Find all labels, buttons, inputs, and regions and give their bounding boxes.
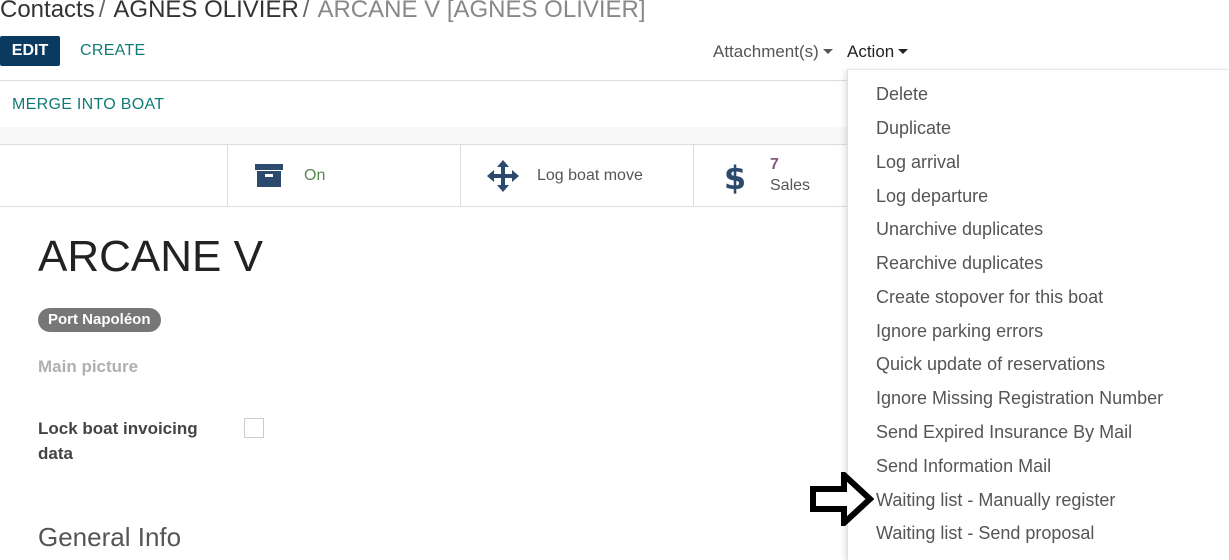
active-label: On xyxy=(304,167,326,184)
archive-icon xyxy=(255,164,283,187)
menu-item-duplicate[interactable]: Duplicate xyxy=(876,118,951,139)
dollar-icon: $ xyxy=(724,160,746,194)
menu-item-waiting-list-register[interactable]: Waiting list - Manually register xyxy=(876,490,1115,511)
pointer-arrow-icon xyxy=(810,472,874,526)
menu-item-send-expired-insurance[interactable]: Send Expired Insurance By Mail xyxy=(876,422,1132,443)
port-tag: Port Napoléon xyxy=(38,308,161,332)
log-boat-move-label: Log boat move xyxy=(537,167,643,184)
main-picture-label: Main picture xyxy=(38,357,139,376)
create-button[interactable]: CREATE xyxy=(70,36,156,66)
menu-item-delete[interactable]: Delete xyxy=(876,84,928,105)
menu-item-send-information-mail[interactable]: Send Information Mail xyxy=(876,456,1051,477)
breadcrumb-partner[interactable]: AGNES OLIVIER xyxy=(113,0,298,23)
log-boat-move-button[interactable]: Log boat move xyxy=(460,145,694,206)
move-arrows-icon xyxy=(487,160,519,192)
sales-button[interactable]: $ 7 Sales xyxy=(693,145,854,206)
edit-button[interactable]: EDIT xyxy=(0,36,60,66)
action-menu: Delete Duplicate Log arrival Log departu… xyxy=(847,69,1229,560)
attachments-label: Attachment(s) xyxy=(713,42,819,61)
lock-invoicing-label: Lock boat invoicing data xyxy=(38,419,198,463)
menu-item-rearchive-duplicates[interactable]: Rearchive duplicates xyxy=(876,253,1043,274)
general-info-heading: General Info xyxy=(38,522,182,552)
menu-item-log-departure[interactable]: Log departure xyxy=(876,186,988,207)
action-dropdown[interactable]: Action xyxy=(847,42,909,62)
sales-count: 7 xyxy=(770,156,779,173)
breadcrumb: Contacts / AGNES OLIVIER / ARCANE V [AGNES O… xyxy=(0,0,646,24)
menu-item-waiting-list-proposal[interactable]: Waiting list - Send proposal xyxy=(876,523,1094,544)
breadcrumb-separator: / xyxy=(302,0,310,23)
menu-item-log-arrival[interactable]: Log arrival xyxy=(876,152,960,173)
menu-item-unarchive-duplicates[interactable]: Unarchive duplicates xyxy=(876,219,1043,240)
breadcrumb-separator: / xyxy=(98,0,106,23)
svg-text:$: $ xyxy=(724,160,746,194)
action-label: Action xyxy=(847,42,895,61)
menu-item-quick-update-reservations[interactable]: Quick update of reservations xyxy=(876,354,1105,375)
lock-invoicing-checkbox[interactable] xyxy=(244,418,264,438)
caret-down-icon xyxy=(898,49,909,54)
menu-item-ignore-parking-errors[interactable]: Ignore parking errors xyxy=(876,321,1043,342)
attachments-dropdown[interactable]: Attachment(s) xyxy=(713,42,833,62)
merge-into-boat-button[interactable]: MERGE INTO BOAT xyxy=(12,96,164,114)
record-title: ARCANE V xyxy=(38,232,263,281)
breadcrumb-current: ARCANE V [AGNES OLIVIER] xyxy=(317,0,646,23)
active-toggle-button[interactable]: On xyxy=(227,145,461,206)
sales-label: Sales xyxy=(770,177,811,194)
caret-down-icon xyxy=(822,49,833,54)
menu-item-ignore-missing-registration[interactable]: Ignore Missing Registration Number xyxy=(876,388,1163,409)
menu-item-create-stopover[interactable]: Create stopover for this boat xyxy=(876,287,1103,308)
breadcrumb-contacts[interactable]: Contacts xyxy=(0,0,95,23)
